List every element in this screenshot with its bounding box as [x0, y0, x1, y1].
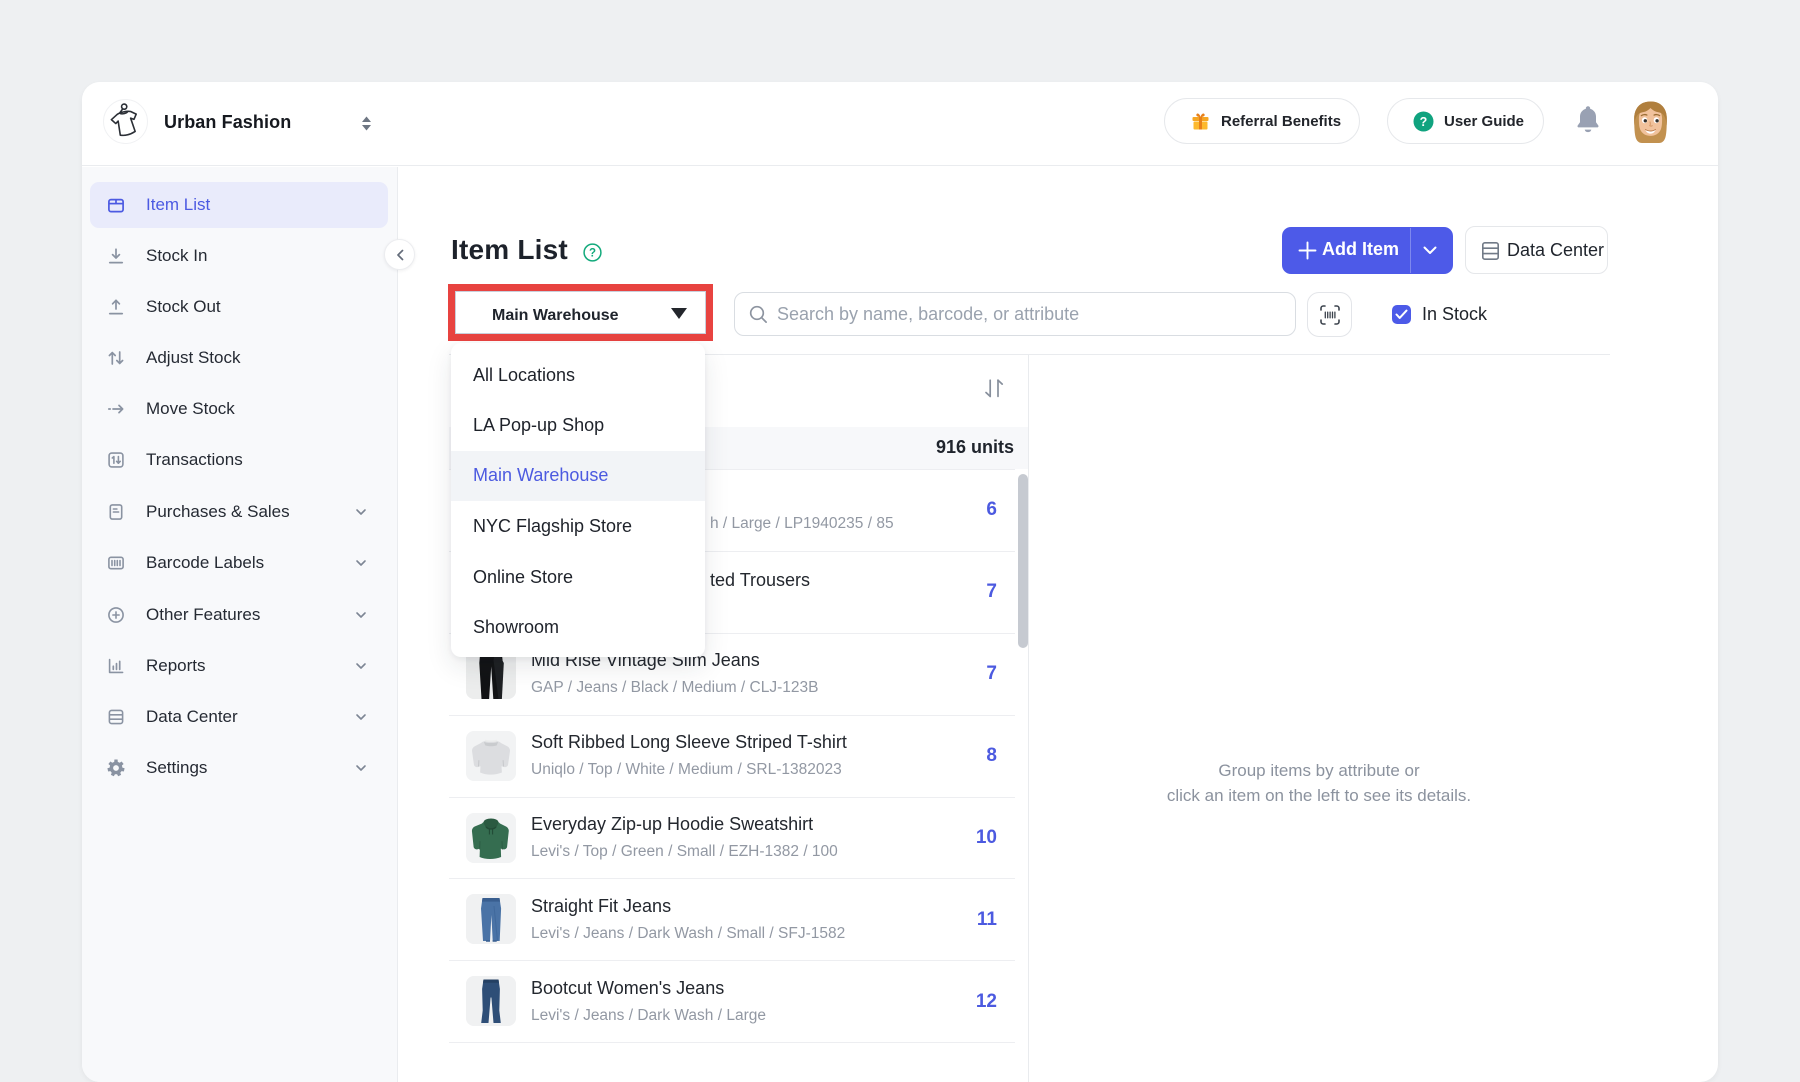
svg-text:?: ?	[589, 248, 596, 260]
svg-text:?: ?	[1420, 115, 1428, 129]
